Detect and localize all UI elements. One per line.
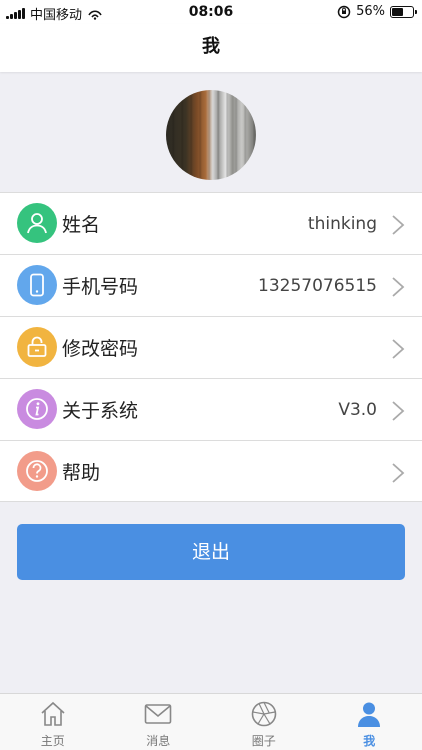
menu-item-help[interactable]: 帮助: [0, 440, 422, 502]
aperture-icon: [251, 701, 277, 727]
tab-bar: 主页 消息 圈子 我: [0, 693, 422, 750]
menu-item-value: 13257076515: [258, 275, 377, 296]
lock-icon: [17, 327, 57, 367]
chevron-right-icon: [392, 215, 405, 235]
profile-header: [0, 72, 422, 192]
tab-messages[interactable]: 消息: [106, 694, 212, 750]
user-icon: [358, 702, 381, 727]
menu-item-label: 手机号码: [62, 276, 139, 298]
home-icon: [41, 701, 65, 726]
menu-item-label: 关于系统: [62, 400, 139, 422]
page-title: 我: [202, 36, 220, 57]
person-icon: [17, 203, 57, 243]
menu-item-value: V3.0: [338, 399, 377, 420]
logout-button[interactable]: 退出: [17, 524, 405, 580]
page-header: 我: [0, 24, 422, 72]
tab-circle[interactable]: 圈子: [211, 694, 317, 750]
menu-item-label: 姓名: [62, 214, 101, 236]
menu-item-phone[interactable]: 手机号码 13257076515: [0, 254, 422, 316]
help-icon: [17, 451, 57, 491]
battery-percent: 56%: [356, 4, 385, 19]
status-right: 56%: [337, 4, 417, 19]
menu-item-name[interactable]: 姓名 thinking: [0, 192, 422, 254]
status-bar: 中国移动 08:06 56%: [0, 0, 422, 24]
phone-icon: [17, 265, 57, 305]
chevron-right-icon: [392, 401, 405, 421]
tab-home[interactable]: 主页: [0, 694, 106, 750]
rotation-lock-icon: [337, 5, 351, 18]
profile-menu: 姓名 thinking 手机号码 13257076515 修改密码 关于系统 V…: [0, 192, 422, 502]
menu-item-label: 帮助: [62, 461, 101, 484]
tab-label: 圈子: [251, 734, 276, 748]
chevron-right-icon: [392, 277, 405, 297]
info-icon: [17, 389, 57, 429]
battery-icon: [390, 5, 417, 18]
menu-item-value: thinking: [307, 213, 377, 234]
menu-item-change-password[interactable]: 修改密码: [0, 316, 422, 378]
mail-icon: [144, 704, 172, 724]
tab-label: 我: [363, 734, 376, 748]
menu-item-label: 修改密码: [62, 338, 139, 360]
tab-me[interactable]: 我: [317, 694, 422, 750]
chevron-right-icon: [392, 339, 405, 359]
menu-item-about[interactable]: 关于系统 V3.0: [0, 378, 422, 440]
tab-label: 主页: [40, 734, 65, 748]
tab-label: 消息: [146, 734, 171, 748]
avatar[interactable]: [166, 90, 256, 180]
chevron-right-icon: [392, 463, 405, 483]
